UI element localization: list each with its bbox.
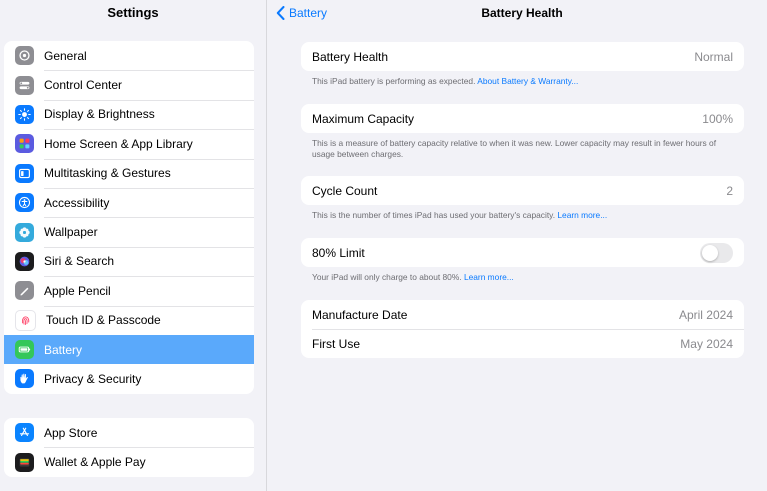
sidebar-item-battery[interactable]: Battery — [4, 334, 254, 365]
charge-limit-card: 80% Limit — [301, 238, 744, 267]
charge-limit-toggle[interactable] — [700, 242, 733, 263]
sidebar-item-privacy-security[interactable]: Privacy & Security — [4, 364, 254, 393]
sidebar-item-wallpaper[interactable]: Wallpaper — [4, 217, 254, 246]
sidebar-item-label: Display & Brightness — [44, 107, 155, 122]
toggle-knob — [702, 244, 718, 261]
sidebar-item-accessibility[interactable]: Accessibility — [4, 187, 254, 217]
sidebar-item-touch-id-passcode[interactable]: Touch ID & Passcode — [4, 305, 254, 335]
sidebar-item-label: Apple Pencil — [44, 283, 111, 298]
maximum-capacity-footer: This is a measure of battery capacity re… — [312, 138, 717, 159]
manufacture-date-row: Manufacture Date April 2024 — [301, 300, 744, 329]
sidebar-group-main: General Control Center Display & Brightnes… — [4, 41, 254, 394]
siri-icon — [15, 251, 34, 271]
control-center-icon — [15, 75, 34, 95]
sidebar-item-apple-pencil[interactable]: Apple Pencil — [4, 276, 254, 305]
cycle-count-row: Cycle Count 2 — [301, 176, 744, 205]
manufacture-date-value: April 2024 — [678, 307, 733, 322]
app-store-icon — [15, 423, 34, 443]
battery-health-footer: This iPad battery is performing as expec… — [312, 76, 732, 87]
pencil-icon — [15, 281, 34, 301]
sidebar-group-apps: App Store Wallet & Apple Pay — [4, 418, 254, 477]
sidebar: Settings General Control Center Display & … — [0, 0, 267, 491]
sidebar-item-wallet-apple-pay[interactable]: Wallet & Apple Pay — [4, 447, 254, 476]
sidebar-item-multitasking-gestures[interactable]: Multitasking & Gestures — [4, 158, 254, 188]
charge-limit-footer: Your iPad will only charge to about 80%.… — [312, 272, 732, 283]
page-title: Battery Health — [481, 6, 563, 20]
sidebar-item-general[interactable]: General — [4, 41, 254, 70]
charge-limit-row: 80% Limit — [301, 238, 744, 267]
gear-icon — [15, 46, 34, 66]
maximum-capacity-value: 100% — [702, 111, 733, 126]
sidebar-title: Settings — [107, 5, 159, 20]
sidebar-item-display-brightness[interactable]: Display & Brightness — [4, 99, 254, 129]
flower-icon — [15, 222, 34, 242]
charge-limit-label: 80% Limit — [312, 245, 365, 260]
sidebar-item-label: Home Screen & App Library — [44, 136, 193, 151]
manufacture-date-label: Manufacture Date — [312, 307, 408, 322]
first-use-row: First Use May 2024 — [301, 329, 744, 358]
battery-icon — [15, 340, 34, 360]
charge-limit-footer-text: Your iPad will only charge to about 80%. — [312, 272, 464, 282]
sidebar-item-label: Accessibility — [44, 195, 110, 210]
sun-icon — [15, 104, 34, 124]
sidebar-item-label: Battery — [44, 342, 83, 357]
sidebar-item-app-store[interactable]: App Store — [4, 418, 254, 447]
sidebar-item-siri-search[interactable]: Siri & Search — [4, 246, 254, 276]
battery-health-row: Battery Health Normal — [301, 42, 744, 71]
sidebar-item-label: Multitasking & Gestures — [44, 166, 171, 181]
battery-health-card: Battery Health Normal — [301, 42, 744, 71]
maximum-capacity-row: Maximum Capacity 100% — [301, 104, 744, 133]
maximum-capacity-card: Maximum Capacity 100% — [301, 104, 744, 133]
sidebar-item-label: Touch ID & Passcode — [46, 313, 161, 328]
sidebar-item-control-center[interactable]: Control Center — [4, 70, 254, 99]
first-use-value: May 2024 — [680, 336, 733, 351]
app-grid-icon — [15, 134, 34, 154]
cycle-count-learn-more-link[interactable]: Learn more... — [557, 210, 607, 220]
maximum-capacity-label: Maximum Capacity — [312, 111, 415, 126]
sidebar-item-label: General — [44, 48, 87, 63]
about-battery-warranty-link[interactable]: About Battery & Warranty... — [477, 76, 578, 86]
dates-card: Manufacture Date April 2024 First Use Ma… — [301, 300, 744, 358]
sidebar-item-label: Privacy & Security — [44, 371, 142, 386]
battery-health-pane: Battery Battery Health Battery Health No… — [267, 0, 767, 491]
sidebar-item-label: Wallet & Apple Pay — [44, 455, 146, 470]
first-use-label: First Use — [312, 336, 360, 351]
cycle-count-label: Cycle Count — [312, 183, 378, 198]
sidebar-item-label: Wallpaper — [44, 225, 98, 240]
sidebar-item-label: Siri & Search — [44, 254, 115, 269]
battery-health-value: Normal — [694, 49, 733, 64]
cycle-count-footer: This is the number of times iPad has use… — [312, 210, 732, 221]
sidebar-item-home-screen-app-library[interactable]: Home Screen & App Library — [4, 129, 254, 158]
accessibility-icon — [15, 193, 34, 213]
battery-health-label: Battery Health — [312, 49, 389, 64]
charge-limit-learn-more-link[interactable]: Learn more... — [464, 272, 514, 282]
sidebar-item-label: App Store — [44, 425, 98, 440]
battery-health-footer-text: This iPad battery is performing as expec… — [312, 76, 478, 86]
sidebar-item-label: Control Center — [44, 78, 123, 93]
hand-icon — [15, 369, 34, 389]
wallet-icon — [15, 452, 34, 472]
cycle-count-footer-text: This is the number of times iPad has use… — [312, 210, 558, 220]
multitasking-icon — [15, 163, 34, 183]
cycle-count-value: 2 — [726, 183, 733, 198]
cycle-count-card: Cycle Count 2 — [301, 176, 744, 205]
fingerprint-icon — [15, 309, 36, 331]
